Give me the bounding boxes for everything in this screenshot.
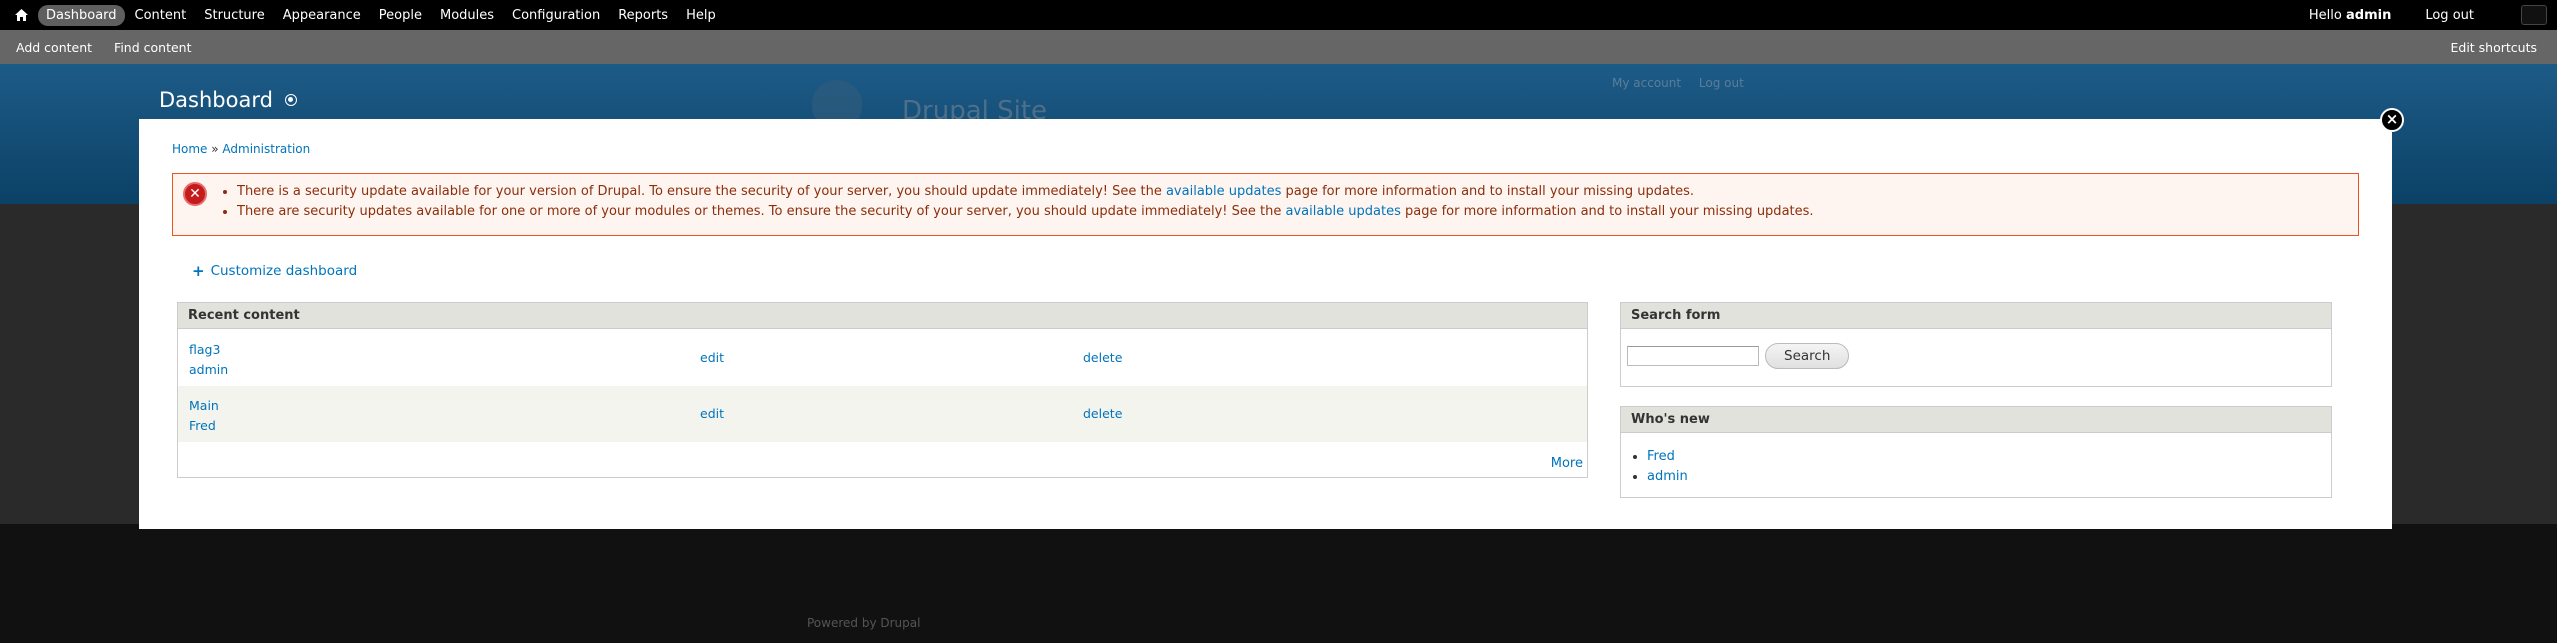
- delete-link[interactable]: delete: [1083, 406, 1122, 421]
- user-link[interactable]: Fred: [1647, 449, 1675, 464]
- content-title-link[interactable]: Main: [189, 396, 219, 416]
- more-link[interactable]: More: [1551, 456, 1583, 471]
- secondary-menu: My account Log out: [1612, 76, 1758, 90]
- content-title-link[interactable]: flag3: [189, 340, 228, 360]
- message-text: page for more information and to install…: [1400, 204, 1814, 219]
- table-row: Main Fred edit delete: [178, 386, 1587, 442]
- customize-dashboard-link[interactable]: + Customize dashboard: [192, 262, 357, 280]
- shortcut-find-content[interactable]: Find content: [114, 40, 191, 55]
- toolbar-menu-reports[interactable]: Reports: [610, 5, 676, 26]
- background-footer: [0, 524, 2557, 643]
- recent-content-block: Recent content flag3 admin edit delete M…: [177, 302, 1588, 478]
- shortcut-add-content[interactable]: Add content: [16, 40, 92, 55]
- bg-logout-link[interactable]: Log out: [1699, 76, 1744, 90]
- error-icon: ✕: [183, 182, 207, 206]
- breadcrumb-home[interactable]: Home: [172, 142, 207, 156]
- powered-by: Powered by Drupal: [807, 616, 920, 630]
- my-account-link[interactable]: My account: [1612, 76, 1681, 90]
- overlay-title: Dashboard: [159, 88, 297, 112]
- toolbar-menu-structure[interactable]: Structure: [196, 5, 272, 26]
- message-text: There are security updates available for…: [237, 204, 1286, 219]
- list-item: admin: [1647, 467, 1688, 487]
- add-shortcut-icon[interactable]: [284, 94, 297, 106]
- message-item: There is a security update available for…: [237, 184, 2358, 200]
- toolbar-menu-help[interactable]: Help: [678, 5, 724, 26]
- powered-by-drupal-link[interactable]: Drupal: [880, 616, 920, 630]
- toolbar-menu-configuration[interactable]: Configuration: [504, 5, 608, 26]
- content-author-link[interactable]: admin: [189, 360, 228, 380]
- edit-shortcuts-link[interactable]: Edit shortcuts: [2450, 40, 2537, 55]
- toolbar-drawer-toggle[interactable]: [2521, 5, 2547, 25]
- edit-link[interactable]: edit: [700, 406, 724, 421]
- block-title: Who's new: [1621, 407, 2331, 433]
- toolbar-menu-modules[interactable]: Modules: [432, 5, 502, 26]
- username-link[interactable]: admin: [2346, 8, 2391, 23]
- toolbar-menu-content[interactable]: Content: [127, 5, 195, 26]
- admin-toolbar: Dashboard Content Structure Appearance Peopl…: [0, 0, 2557, 30]
- customize-dashboard-label: Customize dashboard: [210, 263, 358, 279]
- block-title: Search form: [1621, 303, 2331, 329]
- toolbar-menu: Dashboard Content Structure Appearance Peopl…: [38, 4, 726, 26]
- shortcuts-bar: Add content Find content Edit shortcuts: [0, 30, 2557, 64]
- toolbar-menu-people[interactable]: People: [371, 5, 430, 26]
- content-author-link[interactable]: Fred: [189, 416, 219, 436]
- edit-link[interactable]: edit: [700, 350, 724, 365]
- error-messages: ✕ There is a security update available f…: [172, 173, 2359, 236]
- block-title: Recent content: [178, 303, 1587, 329]
- message-text: page for more information and to install…: [1281, 184, 1695, 199]
- breadcrumb-separator: »: [207, 142, 223, 156]
- delete-link[interactable]: delete: [1083, 350, 1122, 365]
- hello-user: Hello admin: [2309, 8, 2391, 23]
- toolbar-menu-dashboard[interactable]: Dashboard: [38, 4, 125, 26]
- close-icon[interactable]: ×: [2380, 108, 2404, 132]
- user-link[interactable]: admin: [1647, 469, 1688, 484]
- whos-new-block: Who's new Fred admin: [1620, 406, 2332, 498]
- message-item: There are security updates available for…: [237, 204, 2358, 220]
- table-row: flag3 admin edit delete: [178, 330, 1587, 386]
- search-form-block: Search form Search: [1620, 302, 2332, 387]
- message-text: There is a security update available for…: [237, 184, 1166, 199]
- powered-by-prefix: Powered by: [807, 616, 881, 630]
- page-title: Dashboard: [159, 88, 273, 112]
- breadcrumb-administration[interactable]: Administration: [222, 142, 310, 156]
- toolbar-menu-appearance[interactable]: Appearance: [275, 5, 369, 26]
- breadcrumb: Home » Administration: [172, 142, 310, 156]
- available-updates-link[interactable]: available updates: [1285, 204, 1400, 219]
- available-updates-link[interactable]: available updates: [1166, 184, 1281, 199]
- search-input[interactable]: [1627, 346, 1759, 366]
- list-item: Fred: [1647, 447, 1688, 467]
- logout-link[interactable]: Log out: [2425, 8, 2474, 23]
- plus-icon: +: [192, 262, 205, 280]
- search-button[interactable]: Search: [1765, 343, 1850, 369]
- hello-prefix: Hello: [2308, 7, 2346, 23]
- home-icon[interactable]: [10, 0, 32, 30]
